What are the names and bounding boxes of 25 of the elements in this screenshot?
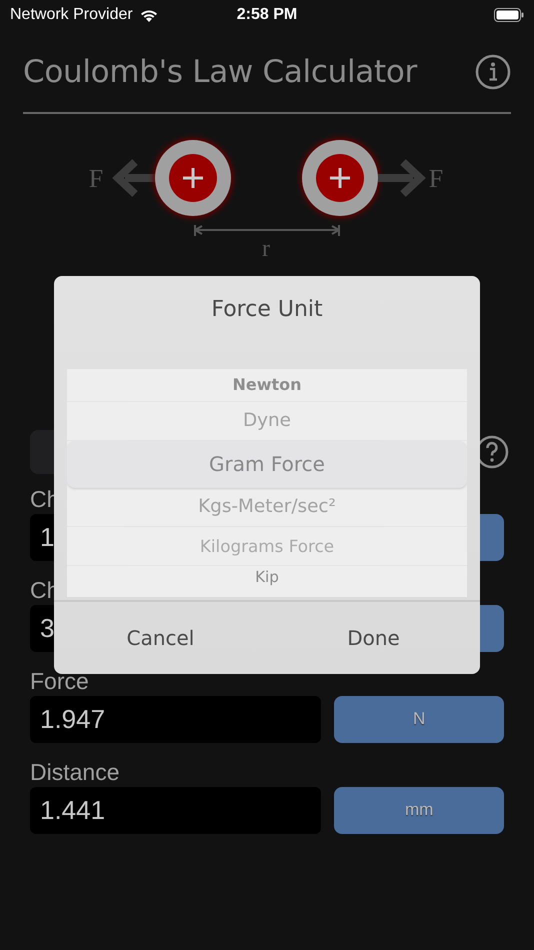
distance-arrow-icon — [194, 224, 340, 236]
distance-label: r — [262, 236, 270, 262]
unit-button[interactable]: N — [334, 696, 504, 742]
dialog-button[interactable]: Done — [267, 602, 480, 674]
field-label: Distance — [30, 758, 120, 786]
app-title: Coulomb's Law Calculator — [23, 54, 417, 90]
picker-option[interactable]: Kip — [67, 566, 467, 592]
force-label: F — [88, 164, 104, 192]
carrier-name: Network Provider — [10, 6, 133, 24]
unit-picker[interactable]: Newton Dyne Gram Force Kgs-Meter/sec² Kilograms Force Kip — [67, 369, 467, 597]
positive-charge-icon — [153, 138, 233, 218]
picker-option[interactable]: Newton — [67, 369, 467, 402]
unit-button[interactable]: mm — [334, 786, 504, 834]
positive-charge-icon — [300, 138, 380, 218]
dialog-title: Force Unit — [211, 297, 323, 322]
input-field[interactable]: 1.441 — [30, 786, 322, 834]
battery-icon — [494, 8, 524, 22]
wifi-icon — [138, 8, 159, 22]
input-field[interactable]: 1.947 — [30, 696, 322, 742]
force-label: F — [428, 164, 444, 192]
picker-option[interactable]: Kilograms Force — [67, 527, 467, 566]
info-icon[interactable] — [475, 54, 511, 90]
picker-option[interactable]: Gram Force — [67, 441, 467, 488]
picker-option[interactable]: Kgs-Meter/sec² — [67, 488, 467, 527]
clock-time: 2:58 PM — [236, 6, 298, 24]
